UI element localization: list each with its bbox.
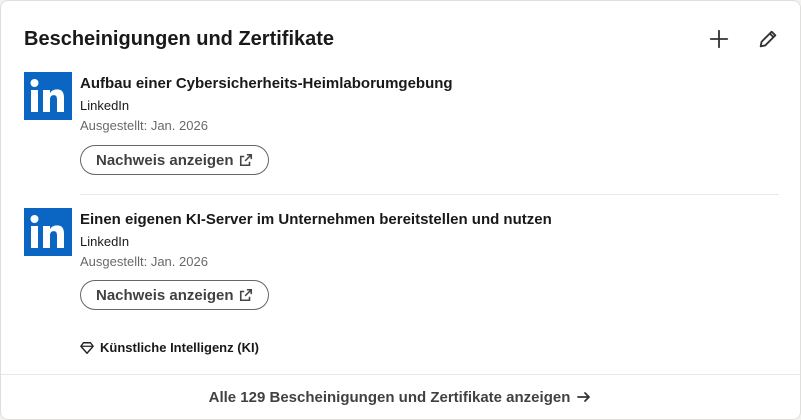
show-all-certificates-link[interactable]: Alle 129 Bescheinigungen und Zertifikate… (1, 374, 800, 419)
show-all-label: Alle 129 Bescheinigungen und Zertifikate… (208, 388, 571, 406)
certificate-info: Einen eigenen KI-Server im Unternehmen b… (80, 208, 778, 272)
show-credential-label: Nachweis anzeigen (96, 286, 234, 304)
divider (80, 194, 779, 195)
skill-tag: Künstliche Intelligenz (KI) (80, 340, 259, 355)
certificate-issued-date: Ausgestellt: Jan. 2026 (80, 118, 208, 133)
linkedin-logo-icon[interactable] (24, 72, 72, 120)
pencil-icon (759, 30, 777, 48)
external-link-icon (239, 288, 252, 302)
edit-certificates-button[interactable] (753, 24, 783, 54)
show-credential-label: Nachweis anzeigen (96, 151, 234, 169)
section-header: Bescheinigungen und Zertifikate (24, 26, 780, 54)
certificate-issuer: LinkedIn (80, 234, 130, 249)
certificate-info: Aufbau einer Cybersicherheits-Heimlaboru… (80, 72, 778, 136)
certifications-card: Bescheinigungen und Zertifikate Aufbau e… (0, 0, 801, 420)
external-link-icon (239, 153, 252, 167)
certificate-title: Aufbau einer Cybersicherheits-Heimlaboru… (80, 75, 453, 92)
arrow-right-icon (577, 392, 591, 402)
certificate-title: Einen eigenen KI-Server im Unternehmen b… (80, 211, 552, 228)
certificate-issued-date: Ausgestellt: Jan. 2026 (80, 254, 208, 269)
show-credential-button[interactable]: Nachweis anzeigen (80, 280, 269, 310)
skill-label: Künstliche Intelligenz (KI) (100, 340, 259, 355)
section-title: Bescheinigungen und Zertifikate (24, 28, 335, 50)
plus-icon (709, 29, 729, 49)
certificate-issuer: LinkedIn (80, 98, 130, 113)
add-certificate-button[interactable] (704, 24, 734, 54)
linkedin-logo-icon[interactable] (24, 208, 72, 256)
show-credential-button[interactable]: Nachweis anzeigen (80, 145, 269, 175)
diamond-icon (80, 341, 94, 354)
